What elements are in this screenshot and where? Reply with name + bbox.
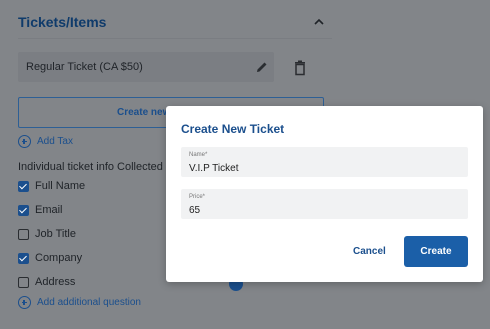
add-tax-button[interactable]: Add Tax — [18, 135, 73, 148]
checkbox-label: Email — [35, 204, 63, 216]
checkbox-label: Company — [35, 252, 83, 264]
checkbox-checked-icon — [18, 180, 29, 192]
checkbox-unchecked-icon — [18, 276, 29, 288]
ticket-item[interactable]: Regular Ticket (CA $50) — [18, 52, 274, 82]
dialog-title: Create New Ticket — [181, 122, 285, 136]
checkbox-email[interactable]: Email — [18, 204, 63, 216]
divider — [18, 38, 332, 39]
trash-icon[interactable] — [293, 60, 307, 76]
checkbox-full-name[interactable]: Full Name — [18, 180, 85, 192]
plus-circle-icon — [18, 296, 31, 309]
checkbox-checked-icon — [18, 204, 29, 216]
checkbox-unchecked-icon — [18, 228, 29, 240]
create-button[interactable]: Create — [404, 236, 468, 267]
create-new-ticket-label: Create new — [117, 107, 171, 118]
ticket-name-field[interactable]: Name* V.I.P Ticket — [181, 147, 468, 177]
checkbox-label: Full Name — [35, 180, 86, 192]
chevron-up-icon[interactable] — [313, 16, 325, 28]
checkbox-label: Job Title — [35, 228, 76, 240]
pencil-icon[interactable] — [255, 60, 269, 74]
checkbox-company[interactable]: Company — [18, 252, 82, 264]
create-ticket-dialog: Create New Ticket Name* V.I.P Ticket Pri… — [166, 106, 483, 282]
ticket-name-value[interactable]: V.I.P Ticket — [189, 163, 238, 174]
info-collected-label: Individual ticket info Collected (e — [18, 161, 176, 173]
checkbox-address[interactable]: Address — [18, 276, 75, 288]
ticket-name-field-label: Name* — [189, 152, 208, 158]
add-question-button[interactable]: Add additional question — [18, 296, 141, 309]
checkbox-job-title[interactable]: Job Title — [18, 228, 76, 240]
ticket-price-field-label: Price* — [189, 194, 206, 200]
add-tax-label: Add Tax — [37, 136, 73, 147]
ticket-price-field[interactable]: Price* 65 — [181, 189, 468, 219]
plus-circle-icon — [18, 135, 31, 148]
ticket-item-label: Regular Ticket (CA $50) — [26, 61, 143, 73]
section-title: Tickets/Items — [18, 14, 107, 30]
cancel-button[interactable]: Cancel — [353, 246, 386, 257]
add-question-label: Add additional question — [37, 297, 141, 308]
checkbox-checked-icon — [18, 252, 29, 264]
checkbox-label: Address — [35, 276, 76, 288]
ticket-price-value[interactable]: 65 — [189, 205, 200, 216]
